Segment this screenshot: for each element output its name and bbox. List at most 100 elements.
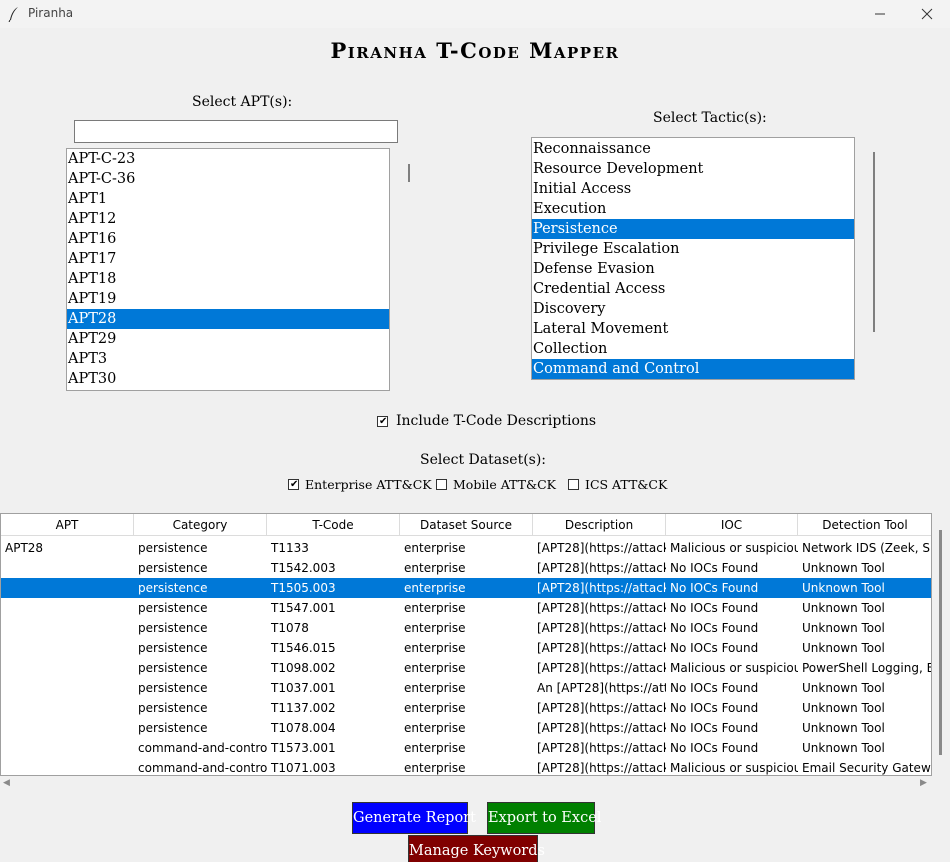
table-row[interactable]: persistence T1542.003 enterprise [APT28](ht… (1, 558, 931, 578)
table-cell: enterprise (404, 581, 466, 595)
tactic-list-item[interactable]: Reconnaissance (532, 139, 854, 159)
apt-list-item[interactable]: APT17 (67, 249, 389, 269)
column-header[interactable]: APT (1, 514, 134, 536)
apt-list-item[interactable]: APT-C-36 (67, 169, 389, 189)
table-cell: T1547.001 (271, 601, 336, 615)
table-cell: T1505.003 (271, 581, 336, 595)
generate-report-button[interactable]: Generate Report (352, 802, 476, 834)
scroll-left-icon[interactable]: ◀ (3, 778, 10, 788)
table-cell: enterprise (404, 541, 466, 555)
mobile-label: Mobile ATT&CK (453, 477, 556, 492)
table-cell: Unknown Tool (802, 721, 885, 735)
apt-search-input[interactable] (74, 120, 398, 143)
column-header[interactable]: Category (134, 514, 267, 536)
apt-list-item[interactable]: APT30 (67, 369, 389, 389)
maximize-button[interactable] (858, 0, 904, 28)
table-cell (1, 598, 134, 618)
apt-label: Select APT(s): (192, 94, 293, 110)
apt-list-item[interactable]: APT12 (67, 209, 389, 229)
manage-keywords-button[interactable]: Manage Keywords (408, 835, 545, 862)
tactic-scrollbar[interactable] (873, 152, 875, 332)
apt-list-item[interactable]: APT18 (67, 269, 389, 289)
table-row[interactable]: persistence T1098.002 enterprise [APT28](ht… (1, 658, 931, 678)
apt-list-item[interactable]: APT3 (67, 349, 389, 369)
tactic-list-item[interactable]: Initial Access (532, 179, 854, 199)
table-cell: persistence (138, 601, 208, 615)
enterprise-checkbox[interactable]: ✔ (288, 479, 299, 490)
apt-list-item[interactable]: APT29 (67, 329, 389, 349)
table-cell: T1037.001 (271, 681, 336, 695)
table-cell: Email Security Gateway, (802, 761, 931, 775)
column-header[interactable]: Dataset Source (400, 514, 533, 536)
table-cell: enterprise (404, 661, 466, 675)
column-header[interactable]: IOC (666, 514, 798, 536)
table-cell: enterprise (404, 721, 466, 735)
table-cell: No IOCs Found (670, 561, 759, 575)
table-cell: [APT28](https://attack.r (537, 561, 666, 575)
mobile-checkbox[interactable]: ✔ (436, 479, 447, 490)
table-cell: persistence (138, 581, 208, 595)
table-vscrollbar[interactable] (939, 530, 942, 755)
table-cell: persistence (138, 721, 208, 735)
results-table[interactable]: APT Category T-Code Dataset Source Descripti… (0, 513, 932, 776)
column-header[interactable]: Description (533, 514, 666, 536)
table-cell (1, 578, 134, 598)
table-row[interactable]: persistence T1078.004 enterprise [APT28](ht… (1, 718, 931, 738)
apt-list-item[interactable]: APT16 (67, 229, 389, 249)
column-header[interactable]: T-Code (267, 514, 400, 536)
table-cell: T1542.003 (271, 561, 336, 575)
table-row[interactable]: persistence T1078 enterprise [APT28](https:… (1, 618, 931, 638)
table-cell: command-and-control (138, 761, 267, 775)
apt-list-item[interactable]: APT1 (67, 189, 389, 209)
table-cell: Malicious or suspicious (670, 541, 798, 555)
table-row[interactable]: persistence T1547.001 enterprise [APT28](ht… (1, 598, 931, 618)
page-title: Piranha T-Code Mapper (330, 38, 620, 63)
close-button[interactable] (904, 0, 950, 28)
table-cell: No IOCs Found (670, 601, 759, 615)
apt-list-item[interactable]: APT19 (67, 289, 389, 309)
tactic-label: Select Tactic(s): (653, 110, 767, 126)
tactic-list-item[interactable]: Lateral Movement (532, 319, 854, 339)
tactic-list-item[interactable]: Credential Access (532, 279, 854, 299)
tactic-list-item[interactable]: Defense Evasion (532, 259, 854, 279)
table-cell (1, 638, 134, 658)
tactic-listbox[interactable]: Reconnaissance Resource Development Initia… (531, 137, 855, 380)
table-cell: Unknown Tool (802, 561, 885, 575)
tactic-list-item[interactable]: Execution (532, 199, 854, 219)
scroll-right-icon[interactable]: ▶ (920, 778, 927, 788)
check-icon: ✔ (290, 479, 299, 490)
include-descriptions-checkbox[interactable]: ✔ (377, 416, 388, 427)
table-row[interactable]: command-and-control T1071.003 enterprise [A… (1, 758, 931, 775)
export-excel-button[interactable]: Export to Excel (487, 802, 601, 834)
column-header[interactable]: Detection Tool (798, 514, 931, 536)
table-row[interactable]: persistence T1505.003 enterprise [APT28](ht… (1, 578, 931, 598)
check-icon: ✔ (379, 416, 388, 427)
table-row[interactable]: persistence T1037.001 enterprise An [APT28]… (1, 678, 931, 698)
table-cell: [APT28](https://attack.r (537, 741, 666, 755)
tactic-list-item[interactable]: Privilege Escalation (532, 239, 854, 259)
table-cell: enterprise (404, 561, 466, 575)
table-cell (1, 758, 134, 775)
table-cell (1, 738, 134, 758)
ics-checkbox[interactable]: ✔ (568, 479, 579, 490)
apt-list-item[interactable]: APT28 (67, 309, 389, 329)
table-row[interactable]: command-and-control T1573.001 enterprise [A… (1, 738, 931, 758)
table-row[interactable]: APT28 persistence T1133 enterprise [APT28](h… (1, 538, 931, 558)
apt-scrollbar[interactable] (408, 164, 410, 182)
apt-list-item[interactable]: APT-C-23 (67, 149, 389, 169)
feather-icon (8, 7, 18, 22)
apt-listbox[interactable]: APT-C-23 APT-C-36 APT1 APT12 APT16 APT17 APT18… (66, 148, 390, 391)
tactic-list-item[interactable]: Persistence (532, 219, 854, 239)
table-cell: [APT28](https://attack.r (537, 541, 666, 555)
table-cell (1, 618, 134, 638)
tactic-list-item[interactable]: Command and Control (532, 359, 854, 379)
table-cell: persistence (138, 661, 208, 675)
tactic-list-item[interactable]: Discovery (532, 299, 854, 319)
tactic-list-item[interactable]: Collection (532, 339, 854, 359)
tactic-list-item[interactable]: Resource Development (532, 159, 854, 179)
table-cell: T1133 (271, 541, 309, 555)
table-row[interactable]: persistence T1546.015 enterprise [APT28](ht… (1, 638, 931, 658)
table-cell: enterprise (404, 741, 466, 755)
table-row[interactable]: persistence T1137.002 enterprise [APT28](ht… (1, 698, 931, 718)
table-cell: persistence (138, 561, 208, 575)
